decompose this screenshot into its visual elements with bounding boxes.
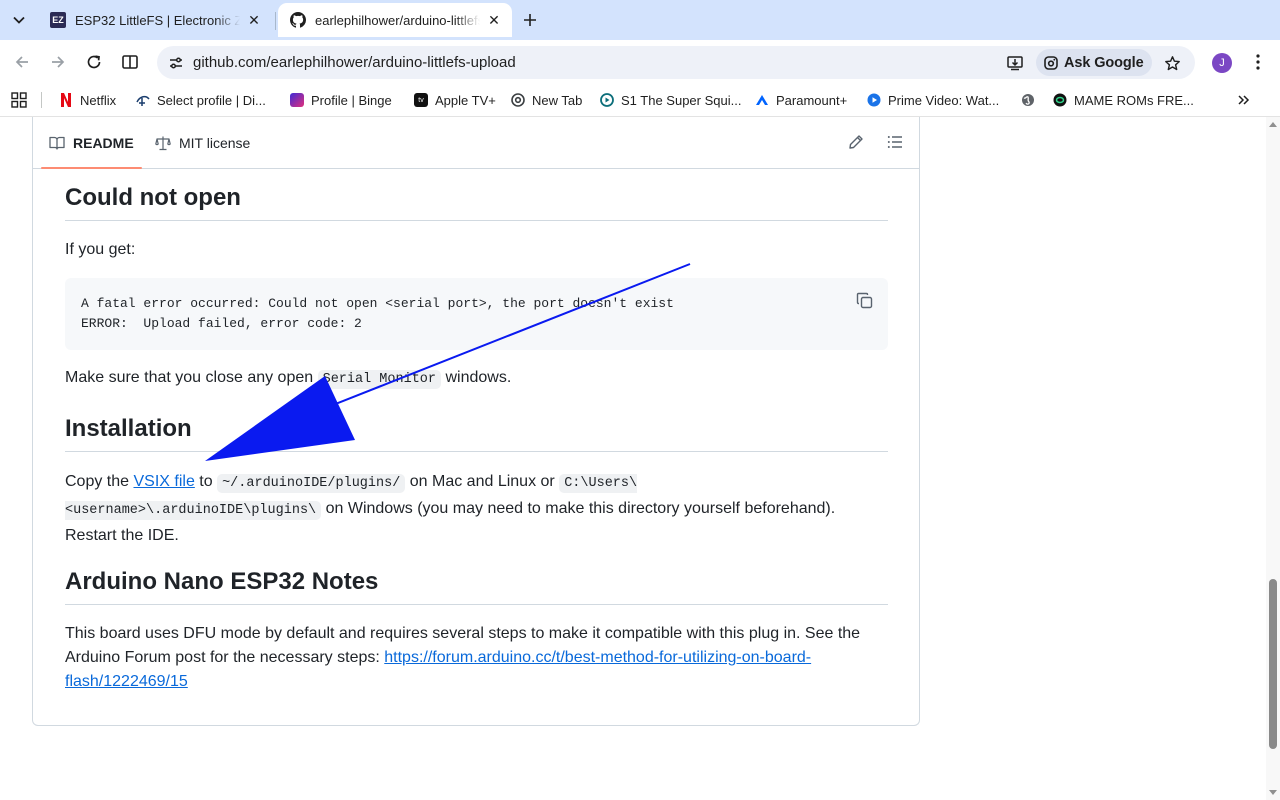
- url-text[interactable]: github.com/earlephilhower/arduino-little…: [193, 54, 516, 71]
- bookmarks-divider: [41, 92, 42, 108]
- nano-notes-text: This board uses DFU mode by default and …: [65, 625, 861, 690]
- appletv-icon: tv: [414, 93, 428, 107]
- more-bookmarks-button[interactable]: [1235, 90, 1253, 110]
- bookmark-paramount[interactable]: Paramount+: [755, 90, 847, 110]
- tab-license-label: MIT license: [179, 134, 251, 151]
- reload-button[interactable]: [82, 50, 106, 74]
- more-vert-icon: [1256, 54, 1260, 70]
- tab-separator: [275, 12, 276, 30]
- bookmark-appletv[interactable]: tv Apple TV+: [414, 90, 496, 110]
- arrow-right-icon: [52, 56, 65, 68]
- bookmark-label: Select profile | Di...: [157, 92, 266, 108]
- bookmark-globe[interactable]: [1021, 90, 1042, 110]
- error-code-text: A fatal error occurred: Could not open <…: [81, 296, 674, 331]
- new-tab-button[interactable]: [518, 8, 542, 32]
- heading-could-not-open: Could not open: [65, 184, 888, 221]
- edit-pencil-icon[interactable]: [848, 134, 864, 150]
- github-icon: [290, 12, 306, 28]
- paramount-icon: [755, 93, 769, 107]
- bookmark-label: Profile | Binge: [311, 92, 392, 108]
- chevron-double-right-icon: [1238, 95, 1250, 105]
- bookmark-label: Apple TV+: [435, 92, 496, 108]
- scroll-down-arrow-icon[interactable]: [1269, 790, 1277, 795]
- bookmark-star-button[interactable]: [1160, 51, 1184, 75]
- readme-tab-bar: README MIT license: [33, 117, 919, 169]
- bookmark-mame-roms[interactable]: MAME ROMs FRE...: [1053, 90, 1194, 110]
- plus-icon: [524, 14, 536, 26]
- close-icon[interactable]: ✕: [486, 12, 502, 28]
- heading-installation: Installation: [65, 415, 888, 452]
- scrollbar-thumb[interactable]: [1269, 579, 1277, 749]
- readme-container: README MIT license Could not open If you…: [32, 117, 920, 726]
- split-view-icon: [122, 55, 138, 69]
- close-serial-monitor-note: Make sure that you close any open Serial…: [65, 369, 512, 389]
- play-icon: [600, 93, 614, 107]
- bookmark-disney[interactable]: Select profile | Di...: [136, 90, 266, 110]
- bookmark-netflix[interactable]: Netflix: [59, 90, 116, 110]
- page-content: README MIT license Could not open If you…: [0, 117, 1266, 800]
- reading-mode-button[interactable]: [118, 50, 142, 74]
- bookmark-label: Prime Video: Wat...: [888, 92, 1000, 108]
- tab-readme-label: README: [73, 134, 134, 151]
- back-button[interactable]: [10, 50, 34, 74]
- ask-google-button[interactable]: Ask Google: [1036, 49, 1152, 76]
- tab-license[interactable]: MIT license: [155, 117, 250, 168]
- mame-icon: [1053, 93, 1067, 107]
- bookmark-binge[interactable]: Profile | Binge: [290, 90, 392, 110]
- site-info-button[interactable]: [164, 51, 188, 75]
- bookmarks-bar: Netflix Select profile | Di... Profile |…: [0, 84, 1280, 117]
- close-icon[interactable]: ✕: [246, 12, 262, 28]
- binge-icon: [290, 93, 304, 107]
- google-lens-icon: [1044, 55, 1058, 70]
- tab-esp32-littlefs[interactable]: EZ ESP32 LittleFS | Electronic Z ✕: [38, 3, 272, 37]
- tab-readme[interactable]: README: [41, 117, 142, 169]
- error-code-block: A fatal error occurred: Could not open <…: [65, 278, 888, 350]
- heading-arduino-nano-notes: Arduino Nano ESP32 Notes: [65, 568, 888, 605]
- bookmark-label: MAME ROMs FRE...: [1074, 92, 1194, 108]
- chrome-icon: [511, 93, 525, 107]
- arrow-left-icon: [15, 56, 28, 68]
- prime-icon: [867, 93, 881, 107]
- ask-google-label: Ask Google: [1064, 54, 1144, 71]
- profile-avatar[interactable]: J: [1212, 53, 1232, 73]
- vsix-file-link[interactable]: VSIX file: [133, 473, 194, 490]
- chrome-menu-button[interactable]: [1246, 50, 1270, 74]
- book-icon: [49, 136, 65, 150]
- tab-strip: EZ ESP32 LittleFS | Electronic Z ✕ earle…: [0, 0, 1280, 40]
- install-app-button[interactable]: [1003, 51, 1027, 75]
- tab-title: earlephilhower/arduino-littlefs-upload: [315, 12, 480, 28]
- bookmark-label: S1 The Super Squi...: [621, 92, 742, 108]
- could-not-open-intro: If you get:: [65, 241, 136, 258]
- disney-icon: [136, 93, 150, 107]
- bookmark-newtab[interactable]: New Tab: [511, 90, 582, 110]
- inline-code-serial-monitor: Serial Monitor: [317, 370, 442, 389]
- browser-toolbar: github.com/earlephilhower/arduino-little…: [0, 40, 1280, 84]
- chevron-down-icon: [13, 16, 25, 24]
- outline-list-icon[interactable]: [887, 134, 903, 150]
- bookmark-label: New Tab: [532, 92, 583, 108]
- bookmark-prime-video[interactable]: Prime Video: Wat...: [867, 90, 999, 110]
- tab-search-button[interactable]: [6, 7, 32, 33]
- bookmark-super-squid[interactable]: S1 The Super Squi...: [600, 90, 741, 110]
- reload-icon: [87, 55, 101, 69]
- copy-icon[interactable]: [856, 292, 874, 310]
- tab-github-littlefs-upload[interactable]: earlephilhower/arduino-littlefs-upload ✕: [278, 3, 512, 37]
- address-bar[interactable]: github.com/earlephilhower/arduino-little…: [157, 46, 1195, 79]
- globe-icon: [1021, 93, 1035, 107]
- tab-title: ESP32 LittleFS | Electronic Z: [75, 12, 240, 28]
- inline-code-mac-path: ~/.arduinoIDE/plugins/: [217, 474, 406, 493]
- bookmark-label: Netflix: [80, 92, 117, 108]
- page-scrollbar[interactable]: [1266, 117, 1280, 800]
- ez-favicon-icon: EZ: [50, 12, 66, 28]
- forward-button[interactable]: [46, 50, 70, 74]
- bookmark-label: Paramount+: [776, 92, 848, 108]
- tune-icon: [170, 57, 182, 69]
- apps-grid-icon[interactable]: [11, 92, 27, 108]
- scale-icon: [155, 136, 171, 150]
- install-icon: [1007, 56, 1023, 71]
- netflix-icon: [59, 93, 73, 107]
- star-icon: [1164, 55, 1180, 70]
- installation-text: Copy the VSIX file to ~/.arduinoIDE/plug…: [65, 473, 836, 544]
- scroll-up-arrow-icon[interactable]: [1269, 122, 1277, 127]
